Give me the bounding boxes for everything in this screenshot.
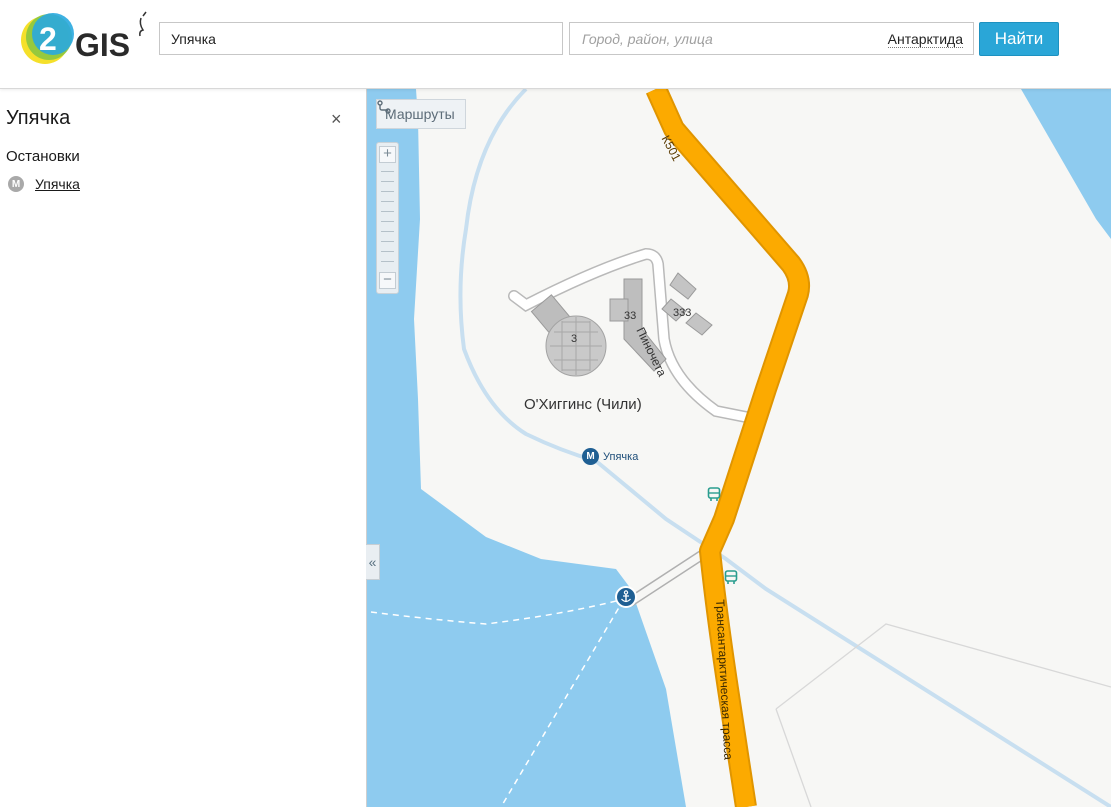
list-item-stop[interactable]: M Упячка xyxy=(8,175,80,193)
close-icon[interactable]: × xyxy=(331,109,342,129)
stops-heading: Остановки xyxy=(6,148,80,165)
stop-link[interactable]: Упячка xyxy=(35,176,80,192)
zoom-tick[interactable] xyxy=(381,211,394,212)
bus-stop-icon[interactable] xyxy=(724,570,738,585)
zoom-tick[interactable] xyxy=(381,191,394,192)
find-button[interactable]: Найти xyxy=(979,22,1059,56)
zoom-tick[interactable] xyxy=(381,181,394,182)
zoom-tick[interactable] xyxy=(381,241,394,242)
metro-stop-marker[interactable]: М xyxy=(582,448,599,465)
region-link[interactable]: Антарктида xyxy=(887,31,963,48)
routes-button[interactable]: Маршруты xyxy=(376,99,466,129)
zoom-out-button[interactable]: − xyxy=(379,272,396,289)
stop-marker-label[interactable]: Упячка xyxy=(603,451,638,463)
location-input[interactable] xyxy=(570,23,894,54)
route-icon xyxy=(377,100,391,114)
zoom-tick[interactable] xyxy=(381,201,394,202)
metro-icon: M xyxy=(8,176,24,192)
routes-label: Маршруты xyxy=(385,106,455,122)
sidebar-title: Упячка xyxy=(6,107,71,129)
header: 2 GIS Антарктида Найти xyxy=(0,0,1111,89)
zoom-tick[interactable] xyxy=(381,261,394,262)
bus-stop-icon[interactable] xyxy=(707,487,721,502)
search-input[interactable] xyxy=(159,22,563,55)
2gis-logo[interactable]: 2 GIS xyxy=(20,6,155,66)
anchor-icon[interactable] xyxy=(615,586,637,608)
collapse-sidebar-button[interactable]: « xyxy=(366,544,380,580)
building-number: 3 xyxy=(571,333,578,345)
zoom-tick[interactable] xyxy=(381,231,394,232)
map-canvas xyxy=(366,89,1111,807)
map[interactable]: Маршруты + − К501 Пиночета Трансантаркти… xyxy=(366,89,1111,807)
building-number: 33 xyxy=(624,310,637,322)
zoom-control[interactable]: + − xyxy=(376,142,399,294)
svg-text:GIS: GIS xyxy=(75,27,130,63)
zoom-tick[interactable] xyxy=(381,171,394,172)
place-label[interactable]: О'Хиггинс (Чили) xyxy=(524,396,642,413)
zoom-in-button[interactable]: + xyxy=(379,146,396,163)
zoom-tick[interactable] xyxy=(381,251,394,252)
location-field[interactable]: Антарктида xyxy=(569,22,974,55)
svg-text:2: 2 xyxy=(39,21,57,57)
sidebar: Упячка × Остановки M Упячка xyxy=(0,89,367,807)
building-number: 333 xyxy=(673,307,692,319)
zoom-tick[interactable] xyxy=(381,221,394,222)
